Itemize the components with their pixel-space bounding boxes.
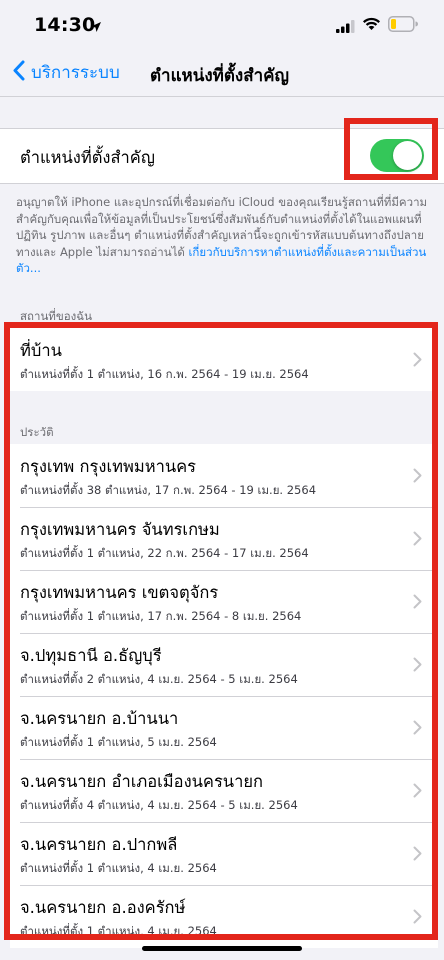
list-item-title: จ.นครนายก อ.องครักษ์ (20, 898, 186, 917)
list-item-subtitle: ตำแหน่งที่ตั้ง 4 ตำแหน่ง, 4 เม.ย. 2564 -… (20, 798, 298, 812)
list-item-subtitle: ตำแหน่งที่ตั้ง 38 ตำแหน่ง, 17 ก.พ. 2564 … (20, 483, 317, 497)
status-bar: 14:30 (0, 0, 444, 50)
list-item-title: กรุงเทพ กรุงเทพมหานคร (20, 457, 197, 476)
list-item-title: จ.นครนายก อ.ปากพลี (20, 835, 178, 854)
list-item-subtitle: ตำแหน่งที่ตั้ง 1 ตำแหน่ง, 17 ก.พ. 2564 -… (20, 609, 302, 623)
chevron-right-icon (413, 720, 422, 739)
my-places-list: ที่บ้าน ตำแหน่งที่ตั้ง 1 ตำแหน่ง, 16 ก.พ… (10, 328, 438, 391)
list-item-subtitle: ตำแหน่งที่ตั้ง 1 ตำแหน่ง, 4 เม.ย. 2564 (20, 861, 217, 875)
list-item-home[interactable]: ที่บ้าน ตำแหน่งที่ตั้ง 1 ตำแหน่ง, 16 ก.พ… (10, 328, 438, 391)
navigation-bar: บริการระบบ ตำแหน่งที่ตั้งสำคัญ (0, 50, 444, 97)
chevron-right-icon (413, 468, 422, 487)
list-item-title: ที่บ้าน (20, 341, 62, 360)
my-places-header: สถานที่ของฉัน (20, 309, 92, 323)
home-indicator (142, 946, 302, 951)
chevron-left-icon (12, 60, 25, 85)
chevron-right-icon (413, 783, 422, 802)
chevron-right-icon (413, 909, 422, 928)
chevron-right-icon (413, 594, 422, 613)
list-item[interactable]: กรุงเทพมหานคร เขตจตุจักร ตำแหน่งที่ตั้ง … (10, 570, 438, 633)
significant-locations-label: ตำแหน่งที่ตั้งสำคัญ (20, 148, 155, 167)
chevron-right-icon (413, 531, 422, 550)
battery-icon (388, 16, 418, 36)
history-list: กรุงเทพ กรุงเทพมหานคร ตำแหน่งที่ตั้ง 38 … (10, 444, 438, 948)
switch-highlight-outline (344, 118, 438, 180)
list-item-subtitle: ตำแหน่งที่ตั้ง 1 ตำแหน่ง, 16 ก.พ. 2564 -… (20, 367, 309, 381)
list-item-subtitle: ตำแหน่งที่ตั้ง 2 ตำแหน่ง, 4 เม.ย. 2564 -… (20, 672, 298, 686)
list-item[interactable]: กรุงเทพมหานคร จันทรเกษม ตำแหน่งที่ตั้ง 1… (10, 507, 438, 570)
chevron-right-icon (413, 846, 422, 865)
wifi-icon (362, 16, 381, 35)
list-item-title: จ.ปทุมธานี อ.ธัญบุรี (20, 646, 162, 665)
chevron-right-icon (413, 657, 422, 676)
list-item-title: จ.นครนายก อ.บ้านนา (20, 709, 179, 728)
list-item-title: กรุงเทพมหานคร จันทรเกษม (20, 520, 220, 539)
list-item-subtitle: ตำแหน่งที่ตั้ง 1 ตำแหน่ง, 4 เม.ย. 2564 (20, 924, 217, 938)
list-item-title: จ.นครนายก อำเภอเมืองนครนายก (20, 772, 264, 791)
chevron-right-icon (413, 352, 422, 371)
list-item[interactable]: จ.นครนายก อ.องครักษ์ ตำแหน่งที่ตั้ง 1 ตำ… (10, 885, 438, 948)
list-item[interactable]: จ.นครนายก อ.ปากพลี ตำแหน่งที่ตั้ง 1 ตำแห… (10, 822, 438, 885)
list-item-subtitle: ตำแหน่งที่ตั้ง 1 ตำแหน่ง, 5 เม.ย. 2564 (20, 735, 217, 749)
status-time: 14:30 (34, 14, 96, 36)
location-arrow-icon (90, 18, 102, 37)
page-title: ตำแหน่งที่ตั้งสำคัญ (150, 66, 289, 86)
list-item[interactable]: กรุงเทพ กรุงเทพมหานคร ตำแหน่งที่ตั้ง 38 … (10, 444, 438, 507)
back-button-label: บริการระบบ (31, 62, 120, 83)
list-item-subtitle: ตำแหน่งที่ตั้ง 1 ตำแหน่ง, 22 ก.พ. 2564 -… (20, 546, 309, 560)
list-item[interactable]: จ.ปทุมธานี อ.ธัญบุรี ตำแหน่งที่ตั้ง 2 ตำ… (10, 633, 438, 696)
list-item[interactable]: จ.นครนายก อ.บ้านนา ตำแหน่งที่ตั้ง 1 ตำแห… (10, 696, 438, 759)
significant-locations-description: อนุญาตให้ iPhone และอุปกรณ์ที่เชื่อมต่อก… (16, 194, 428, 277)
cellular-signal-icon (336, 18, 356, 37)
list-item-title: กรุงเทพมหานคร เขตจตุจักร (20, 583, 219, 602)
history-header: ประวัติ (20, 425, 54, 439)
list-item[interactable]: จ.นครนายก อำเภอเมืองนครนายก ตำแหน่งที่ตั… (10, 759, 438, 822)
back-button[interactable]: บริการระบบ (12, 58, 120, 86)
